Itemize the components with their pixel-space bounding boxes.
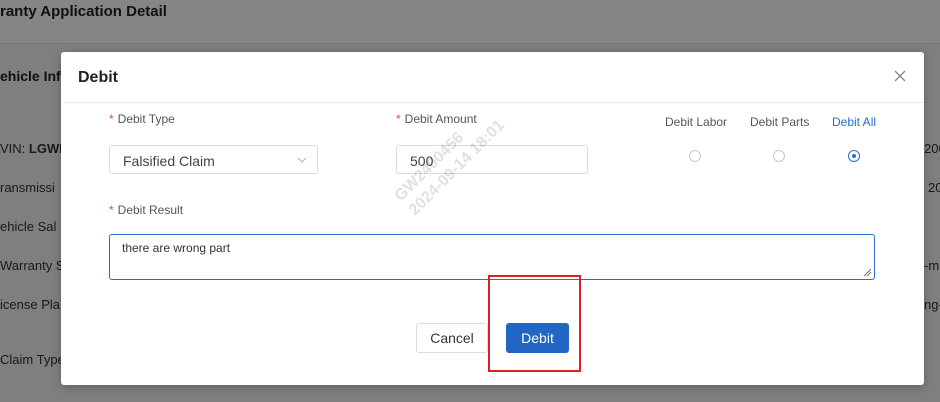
resize-handle-icon[interactable] [863,268,872,277]
debit-type-select[interactable]: Falsified Claim [109,145,318,174]
debit-all-label: Debit All [832,115,877,129]
debit-type-value: Falsified Claim [123,153,215,169]
modal-header: Debit [61,52,924,103]
debit-result-textarea[interactable]: there are wrong part [109,234,875,280]
debit-result-label: * Debit Result [109,203,184,217]
debit-button[interactable]: Debit [506,323,569,353]
debit-amount-input[interactable]: 500 [396,145,588,174]
debit-parts-label: Debit Parts [750,115,810,129]
modal-title: Debit [78,69,118,86]
debit-labor-label: Debit Labor [665,115,728,129]
debit-parts-radio[interactable] [773,150,785,162]
debit-amount-value: 500 [410,153,434,169]
debit-labor-radio[interactable] [689,150,701,162]
cancel-button[interactable]: Cancel [416,323,488,353]
debit-type-label: * Debit Type [109,112,175,126]
debit-result-value: there are wrong part [122,241,231,255]
debit-modal: Debit * Debit Type Falsified Claim * Debit… [61,52,924,385]
chevron-down-icon [297,157,307,163]
debit-all-radio[interactable] [848,150,860,162]
close-icon[interactable] [890,66,910,86]
debit-amount-label: * Debit Amount [396,112,477,126]
